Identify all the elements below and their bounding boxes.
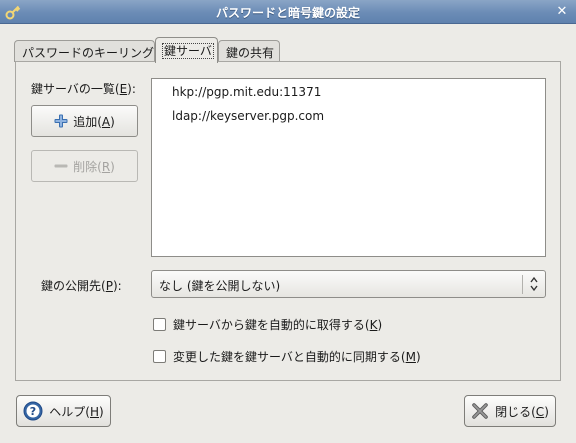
- publish-selected-value: なし (鍵を公開しない): [159, 279, 281, 293]
- keyserver-list-label: 鍵サーバの一覧(E):: [31, 82, 136, 96]
- close-icon[interactable]: ✕: [554, 4, 570, 20]
- help-button[interactable]: ? ヘルプ(H): [16, 395, 111, 427]
- remove-button[interactable]: 削除(R): [31, 150, 138, 182]
- checkbox-box[interactable]: [153, 318, 166, 331]
- list-item[interactable]: hkp://pgp.mit.edu:11371: [172, 85, 321, 99]
- tab-label: 鍵の共有: [226, 46, 275, 60]
- combo-separator: [522, 275, 523, 294]
- tab-key-sharing[interactable]: 鍵の共有: [218, 40, 280, 62]
- publish-label: 鍵の公開先(P):: [41, 279, 122, 293]
- auto-sync-label: 変更した鍵を鍵サーバと自動的に同期する(M): [173, 350, 421, 364]
- close-button-label: 閉じる(C): [495, 404, 549, 419]
- window-title: パスワードと暗号鍵の設定: [215, 6, 360, 20]
- close-x-icon: [472, 403, 488, 419]
- checkbox-box[interactable]: [153, 350, 166, 363]
- auto-retrieve-label: 鍵サーバから鍵を自動的に取得する(K): [173, 318, 383, 332]
- tab-label: 鍵サーバ: [162, 43, 214, 59]
- svg-text:?: ?: [30, 405, 36, 418]
- help-button-label: ヘルプ(H): [49, 404, 104, 419]
- auto-retrieve-checkbox[interactable]: 鍵サーバから鍵を自動的に取得する(K): [153, 316, 382, 333]
- close-button[interactable]: 閉じる(C): [464, 395, 556, 427]
- add-button-label: 追加(A): [73, 114, 115, 129]
- remove-button-label: 削除(R): [73, 159, 115, 174]
- publish-keyserver-select[interactable]: なし (鍵を公開しない): [151, 270, 546, 298]
- tab-label: パスワードのキーリング: [22, 46, 155, 60]
- tab-keyservers[interactable]: 鍵サーバ: [155, 37, 218, 63]
- keyserver-list[interactable]: hkp://pgp.mit.edu:11371 ldap://keyserver…: [151, 78, 546, 257]
- list-item[interactable]: ldap://keyserver.pgp.com: [172, 109, 324, 123]
- help-icon: ?: [23, 401, 43, 421]
- plus-icon: [54, 114, 68, 128]
- minus-icon: [54, 164, 68, 168]
- auto-sync-checkbox[interactable]: 変更した鍵を鍵サーバと自動的に同期する(M): [153, 348, 421, 365]
- updown-arrows-icon: [530, 276, 538, 292]
- title-bar: パスワードと暗号鍵の設定 ✕: [0, 0, 576, 24]
- add-button[interactable]: 追加(A): [31, 105, 138, 137]
- tab-password-keyrings[interactable]: パスワードのキーリング: [14, 40, 155, 62]
